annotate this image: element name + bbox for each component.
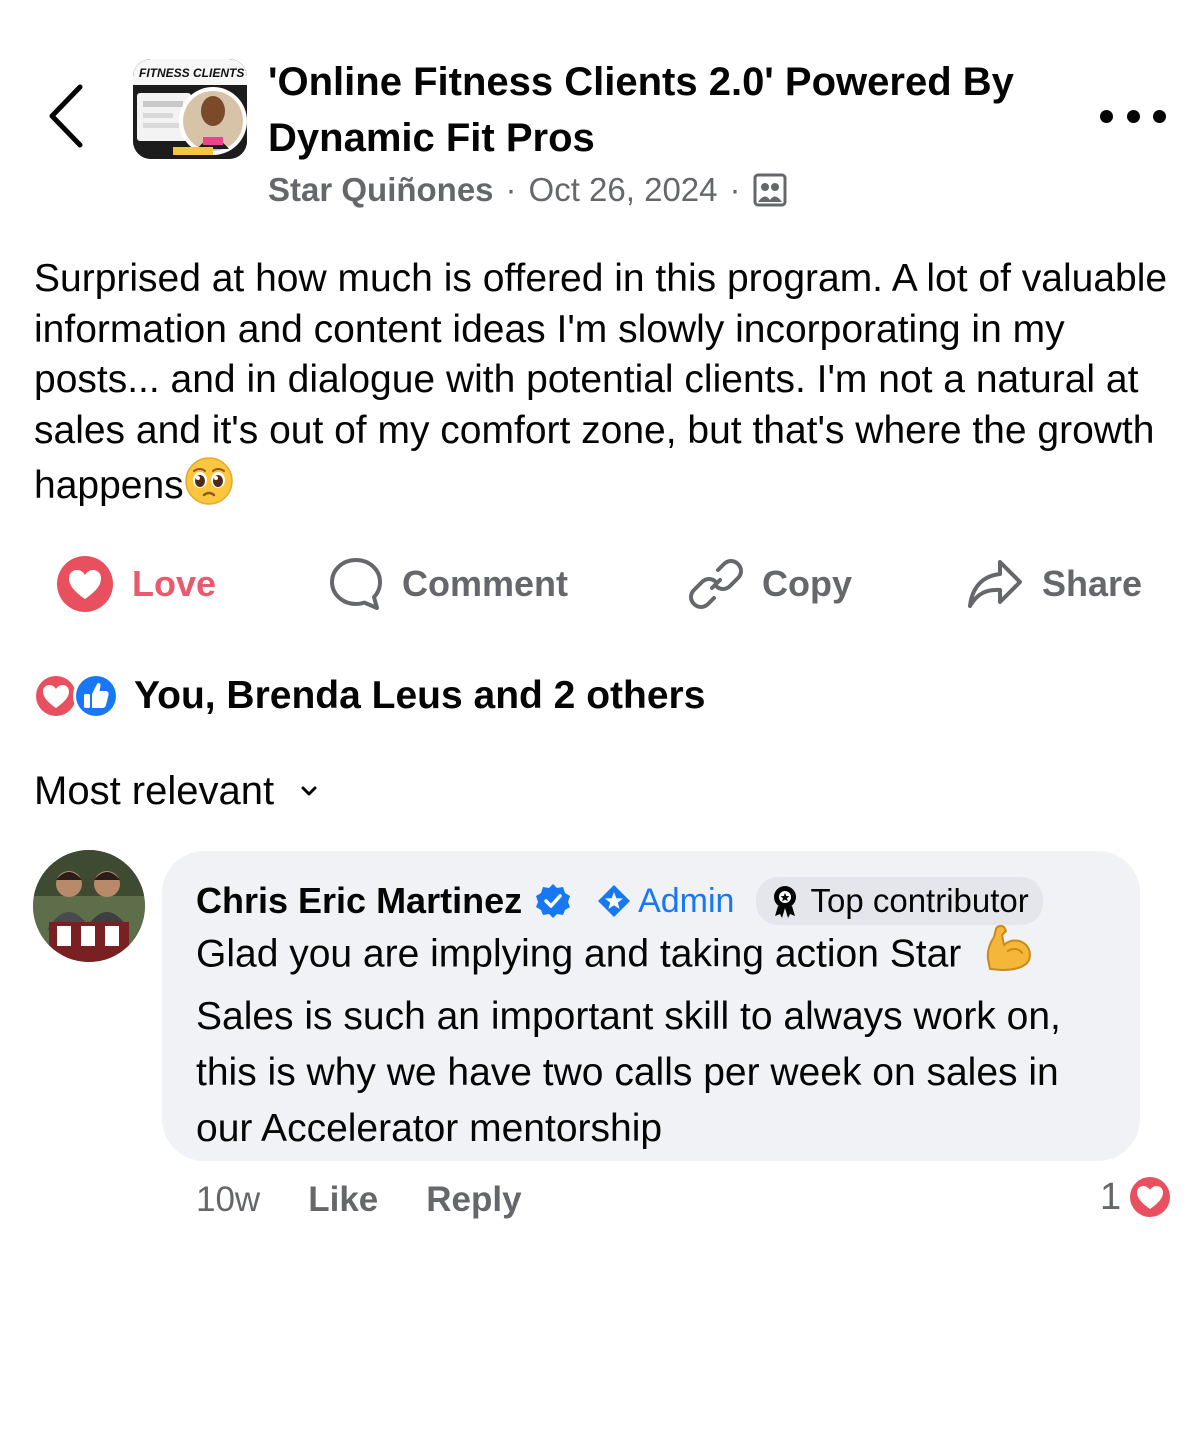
top-contributor-badge: Top contributor bbox=[756, 877, 1043, 925]
more-dot-icon bbox=[1126, 109, 1140, 123]
group-title[interactable]: 'Online Fitness Clients 2.0' Powered By … bbox=[268, 54, 1048, 166]
love-button[interactable]: Love bbox=[56, 548, 216, 620]
reactions-summary[interactable]: You, Brenda Leus and 2 others bbox=[32, 668, 705, 724]
copy-button[interactable]: Copy bbox=[688, 548, 852, 620]
admin-shield-icon bbox=[598, 885, 631, 917]
comment-header: Chris Eric Martinez Admin Top contributo… bbox=[196, 873, 1043, 929]
award-medal-icon bbox=[774, 886, 797, 918]
meta-separator: · bbox=[729, 171, 741, 208]
sort-label: Most relevant bbox=[34, 768, 275, 813]
post-date[interactable]: Oct 26, 2024 bbox=[529, 171, 718, 209]
commenter-name[interactable]: Chris Eric Martinez bbox=[196, 880, 522, 922]
pleading-face-emoji-icon bbox=[184, 456, 234, 520]
meta-separator: · bbox=[505, 171, 517, 208]
group-avatar-text: FITNESS CLIENTS bbox=[139, 66, 244, 80]
comment-reply-button[interactable]: Reply bbox=[426, 1180, 521, 1220]
chevron-down-icon bbox=[301, 786, 317, 796]
share-button[interactable]: Share bbox=[966, 548, 1142, 620]
verified-badge-icon bbox=[534, 882, 572, 920]
copy-label: Copy bbox=[762, 563, 852, 604]
reactions-text[interactable]: You, Brenda Leus and 2 others bbox=[134, 674, 705, 718]
comment-sort-dropdown[interactable]: Most relevant bbox=[34, 764, 318, 818]
post-body: Surprised at how much is offered in this… bbox=[34, 254, 1174, 520]
comment-reaction-count[interactable]: 1 bbox=[1100, 1172, 1173, 1222]
love-label: Love bbox=[132, 563, 217, 604]
comment-label: Comment bbox=[402, 563, 569, 604]
more-dot-icon bbox=[1100, 109, 1113, 123]
group-avatar[interactable]: FITNESS CLIENTS bbox=[133, 59, 247, 159]
group-members-icon bbox=[753, 173, 787, 207]
link-icon bbox=[689, 559, 743, 609]
commenter-avatar[interactable] bbox=[33, 850, 145, 962]
flexed-biceps-emoji-icon bbox=[982, 923, 1034, 989]
comment-text: Glad you are implying and taking action … bbox=[196, 923, 1116, 1157]
love-filled-icon bbox=[57, 556, 113, 612]
comment-text-rest: Sales is such an important skill to alwa… bbox=[196, 995, 1061, 1150]
top-contributor-label: Top contributor bbox=[810, 882, 1029, 919]
comment-time[interactable]: 10w bbox=[196, 1180, 260, 1220]
comment-button[interactable]: Comment bbox=[328, 548, 568, 620]
post-meta: Star Quiñones · Oct 26, 2024 · bbox=[268, 168, 787, 212]
more-options-button[interactable] bbox=[1100, 96, 1166, 136]
share-label: Share bbox=[1042, 563, 1143, 604]
comment-text-line1: Glad you are implying and taking action … bbox=[196, 932, 962, 976]
like-reaction-icon bbox=[73, 673, 119, 719]
more-dot-icon bbox=[1153, 109, 1166, 123]
back-button[interactable] bbox=[38, 78, 94, 154]
comment-reaction-number: 1 bbox=[1100, 1175, 1122, 1218]
post-author[interactable]: Star Quiñones bbox=[268, 171, 494, 209]
love-reaction-icon bbox=[1128, 1175, 1173, 1219]
comment-icon bbox=[330, 558, 382, 610]
share-icon bbox=[968, 560, 1022, 608]
comment-meta: 10w Like Reply bbox=[196, 1175, 522, 1225]
admin-label: Admin bbox=[638, 881, 735, 920]
comment-like-button[interactable]: Like bbox=[308, 1180, 378, 1220]
admin-badge: Admin bbox=[596, 882, 734, 921]
chevron-left-icon bbox=[49, 84, 83, 148]
